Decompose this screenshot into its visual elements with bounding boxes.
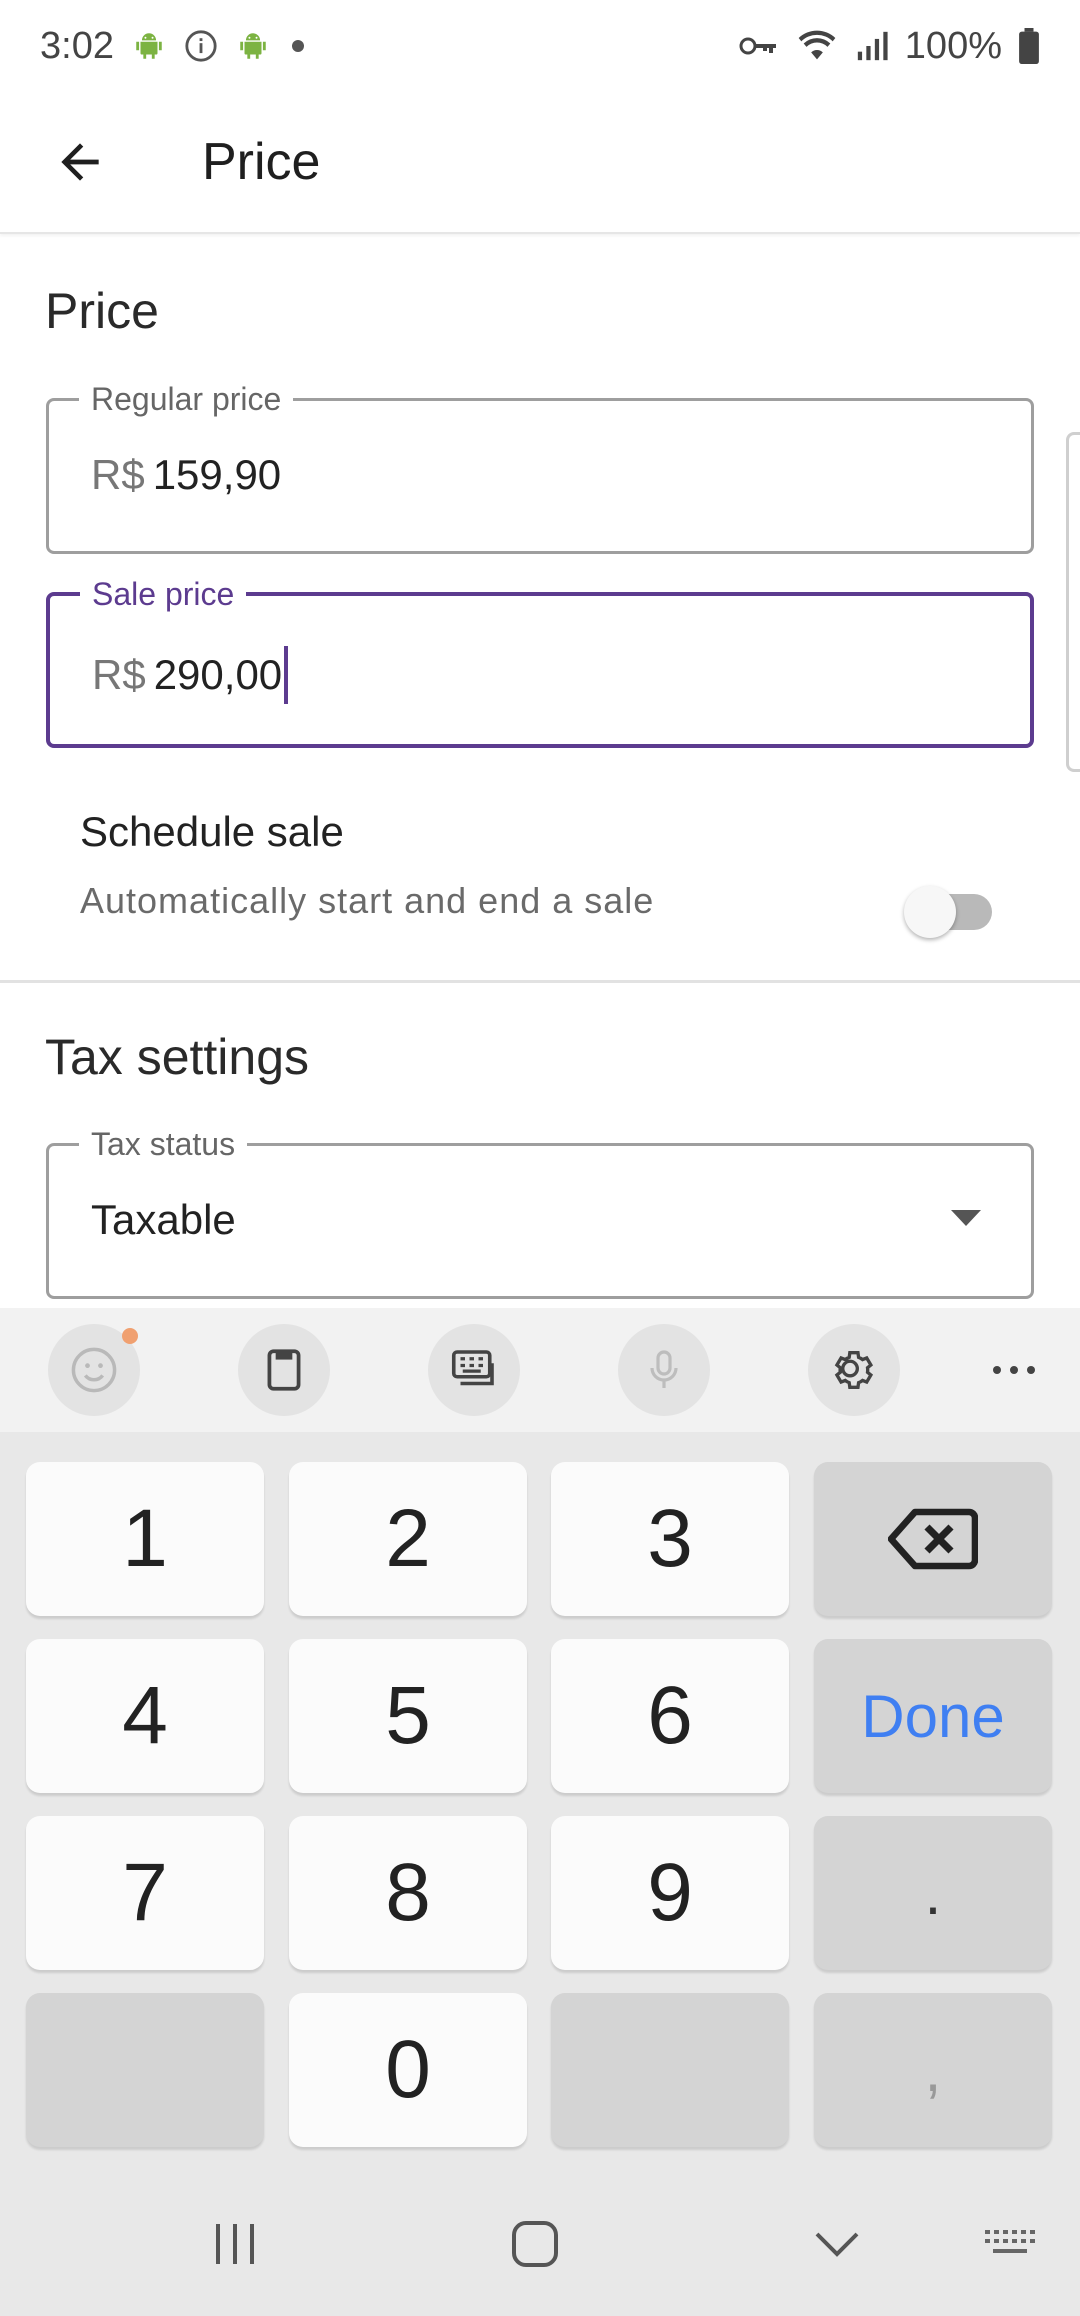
price-section-title: Price bbox=[45, 283, 159, 339]
schedule-sale-toggle[interactable] bbox=[904, 886, 992, 938]
currency-prefix: R$ bbox=[92, 651, 146, 698]
backspace-icon bbox=[888, 1508, 978, 1570]
dropdown-arrow-icon bbox=[951, 1210, 981, 1226]
more-options-button[interactable] bbox=[968, 1324, 1060, 1416]
text-cursor bbox=[284, 646, 289, 704]
tax-section-title: Tax settings bbox=[45, 1029, 310, 1085]
settings-icon bbox=[834, 1351, 874, 1389]
battery-icon bbox=[1018, 28, 1040, 64]
numeric-keyboard: 1 2 3 4 5 6 Done 7 8 9 . 0 , bbox=[0, 1432, 1080, 2172]
status-time: 3:02 bbox=[40, 24, 114, 67]
sale-price-value: 290,00 bbox=[153, 651, 283, 698]
sale-price-label: Sale price bbox=[80, 574, 247, 614]
schedule-sale-row[interactable]: Schedule sale Automatically start and en… bbox=[80, 808, 1020, 922]
comma-key[interactable]: , bbox=[814, 1993, 1052, 2147]
hide-keyboard-button[interactable] bbox=[802, 2212, 872, 2276]
voice-input-button[interactable] bbox=[618, 1324, 710, 1416]
keyboard-settings-button[interactable] bbox=[808, 1324, 900, 1416]
more-icon bbox=[993, 1366, 1035, 1374]
toggle-thumb bbox=[904, 886, 956, 938]
notification-dot bbox=[122, 1328, 138, 1344]
emoji-icon bbox=[71, 1347, 117, 1393]
keyboard-toolbar bbox=[0, 1308, 1080, 1432]
regular-price-field[interactable]: Regular price R$ 159,90 bbox=[46, 379, 1034, 554]
done-key[interactable]: Done bbox=[814, 1639, 1052, 1793]
app-bar: Price bbox=[0, 92, 1080, 234]
info-icon bbox=[184, 29, 218, 63]
key-1[interactable]: 1 bbox=[26, 1462, 264, 1616]
tax-status-label: Tax status bbox=[79, 1124, 248, 1164]
signal-icon bbox=[855, 29, 889, 63]
tax-status-dropdown[interactable]: Tax status Taxable bbox=[46, 1124, 1034, 1299]
side-panel-edge bbox=[1066, 432, 1080, 772]
keyboard-mode-icon bbox=[451, 1350, 494, 1386]
android-icon bbox=[132, 29, 166, 63]
period-key[interactable]: . bbox=[814, 1816, 1052, 1970]
key-2[interactable]: 2 bbox=[289, 1462, 527, 1616]
backspace-key[interactable] bbox=[814, 1462, 1052, 1616]
clipboard-button[interactable] bbox=[238, 1324, 330, 1416]
recent-apps-icon bbox=[216, 2224, 254, 2264]
schedule-sale-title: Schedule sale bbox=[80, 808, 344, 855]
section-divider bbox=[0, 980, 1080, 983]
key-3[interactable]: 3 bbox=[551, 1462, 789, 1616]
chevron-down-icon bbox=[815, 2232, 859, 2257]
android-icon bbox=[236, 29, 270, 63]
key-4[interactable]: 4 bbox=[26, 1639, 264, 1793]
regular-price-value: 159,90 bbox=[152, 451, 282, 498]
regular-price-label: Regular price bbox=[79, 379, 294, 419]
status-bar: 3:02 100% bbox=[0, 0, 1080, 92]
key-6[interactable]: 6 bbox=[551, 1639, 789, 1793]
vpn-key-icon bbox=[739, 31, 779, 61]
system-nav-bar bbox=[0, 2172, 1080, 2316]
key-5[interactable]: 5 bbox=[289, 1639, 527, 1793]
home-button[interactable] bbox=[500, 2212, 570, 2276]
keyboard-switch-button[interactable] bbox=[980, 2212, 1040, 2276]
recent-apps-button[interactable] bbox=[200, 2212, 270, 2276]
key-0[interactable]: 0 bbox=[289, 1993, 527, 2147]
keyboard-mode-button[interactable] bbox=[428, 1324, 520, 1416]
key-8[interactable]: 8 bbox=[289, 1816, 527, 1970]
keyboard-icon bbox=[985, 2230, 1035, 2253]
back-button[interactable] bbox=[20, 102, 140, 222]
battery-percentage: 100% bbox=[904, 24, 1002, 67]
key-9[interactable]: 9 bbox=[551, 1816, 789, 1970]
wifi-icon bbox=[795, 26, 839, 66]
blank-key bbox=[26, 1993, 264, 2147]
blank-key bbox=[551, 1993, 789, 2147]
arrow-back-icon bbox=[61, 143, 99, 181]
notification-dot-icon bbox=[288, 36, 308, 56]
clipboard-icon bbox=[267, 1349, 301, 1391]
schedule-sale-subtitle: Automatically start and end a sale bbox=[80, 880, 655, 921]
home-icon bbox=[512, 2221, 558, 2267]
tax-status-value: Taxable bbox=[91, 1196, 236, 1243]
page-title: Price bbox=[202, 133, 321, 191]
sale-price-field[interactable]: Sale price R$ 290,00 bbox=[46, 574, 1034, 748]
key-7[interactable]: 7 bbox=[26, 1816, 264, 1970]
microphone-icon bbox=[650, 1350, 678, 1388]
currency-prefix: R$ bbox=[91, 451, 145, 498]
